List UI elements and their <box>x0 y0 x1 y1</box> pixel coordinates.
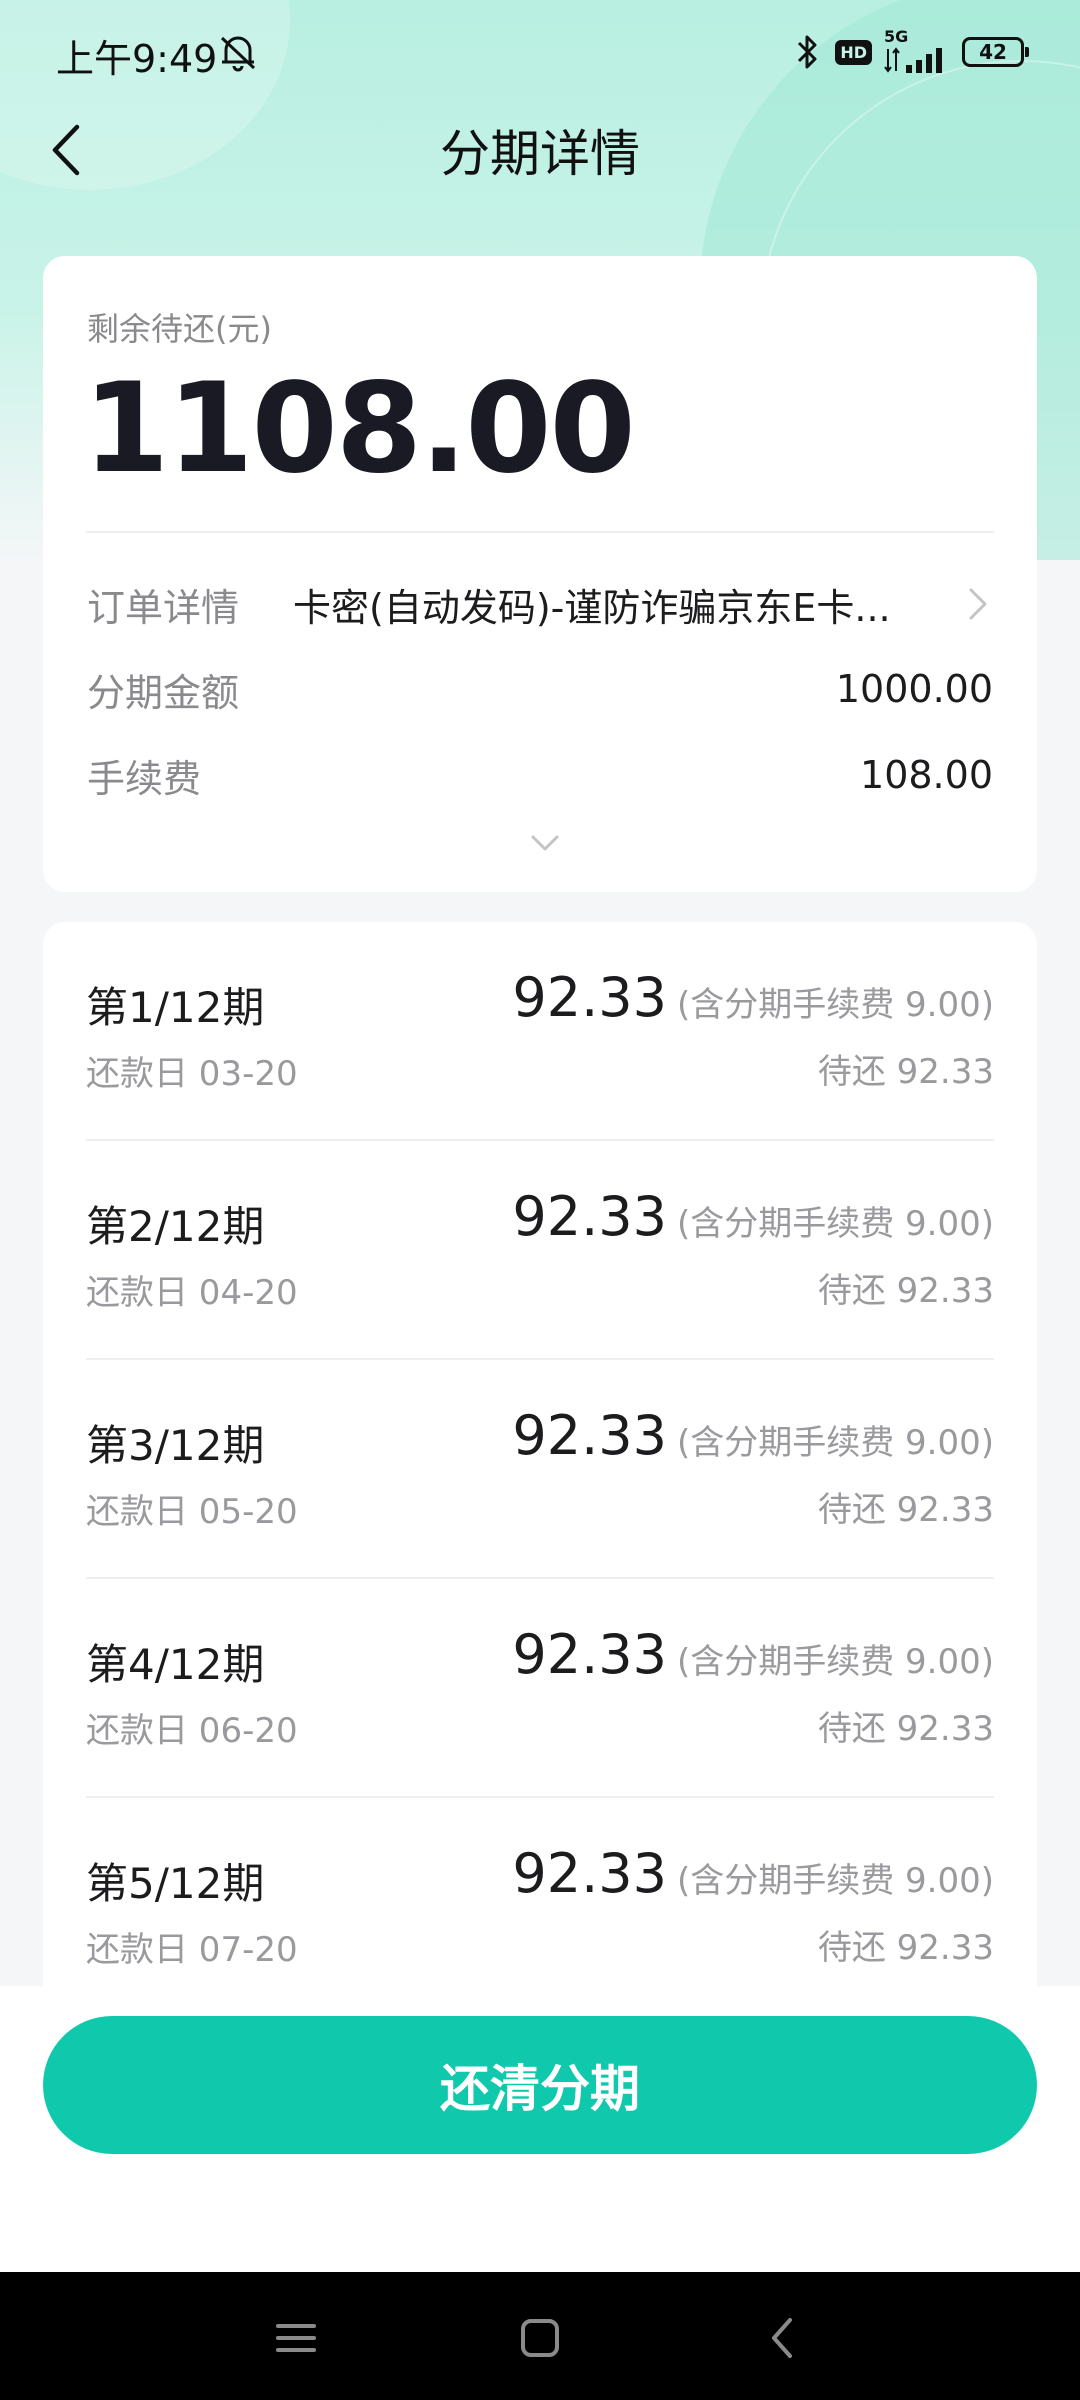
order-detail-row[interactable]: 订单详情 卡密(自动发码)-谨防诈骗京东E卡... <box>87 574 993 634</box>
pay-off-button[interactable]: 还清分期 <box>43 2016 1037 2154</box>
installment-amount-line: 92.33 (含分期手续费 9.00) <box>512 1404 994 1467</box>
page-title: 分期详情 <box>440 125 640 183</box>
fee-label: 手续费 <box>87 756 202 801</box>
chevron-down-icon[interactable] <box>525 828 565 858</box>
installment-period: 第4/12期 <box>86 1640 265 1689</box>
summary-card: 剩余待还(元) 1108.00 订单详情 卡密(自动发码)-谨防诈骗京东E卡..… <box>43 256 1037 892</box>
installment-amount-line: 92.33 (含分期手续费 9.00) <box>512 1623 994 1686</box>
installment-pending: 待还 92.33 <box>817 1271 994 1311</box>
back-icon[interactable] <box>756 2310 812 2366</box>
installment-row[interactable]: 第1/12期 还款日 03-20 92.33 (含分期手续费 9.00) 待还 9… <box>86 922 994 1141</box>
installment-pending: 待还 92.33 <box>817 1490 994 1530</box>
signal-bars-icon <box>884 47 942 73</box>
installment-list: 第1/12期 还款日 03-20 92.33 (含分期手续费 9.00) 待还 9… <box>43 922 1037 2002</box>
installment-pending: 待还 92.33 <box>817 1709 994 1749</box>
installment-period: 第1/12期 <box>86 983 265 1032</box>
installment-due-date: 还款日 05-20 <box>86 1492 298 1532</box>
installment-due-date: 还款日 07-20 <box>86 1930 298 1970</box>
battery-icon: 42 <box>962 37 1029 67</box>
installment-fee-note: (含分期手续费 9.00) <box>676 1642 994 1682</box>
installment-period: 第2/12期 <box>86 1202 265 1251</box>
installment-amount-line: 92.33 (含分期手续费 9.00) <box>512 1185 994 1248</box>
installment-amount: 92.33 <box>512 1623 667 1686</box>
status-time: 上午9:49 <box>56 37 218 81</box>
installment-amount-value: 1000.00 <box>835 667 993 711</box>
installment-amount-line: 92.33 (含分期手续费 9.00) <box>512 966 994 1029</box>
network-type: 5G <box>884 27 909 46</box>
divider <box>86 531 994 533</box>
home-icon[interactable] <box>512 2310 568 2366</box>
installment-amount: 92.33 <box>512 1842 667 1905</box>
installment-amount: 92.33 <box>512 1404 667 1467</box>
installment-period: 第5/12期 <box>86 1859 265 1908</box>
installment-due-date: 还款日 06-20 <box>86 1711 298 1751</box>
installment-amount-line: 92.33 (含分期手续费 9.00) <box>512 1842 994 1905</box>
installment-fee-note: (含分期手续费 9.00) <box>676 1423 994 1463</box>
installment-row[interactable]: 第2/12期 还款日 04-20 92.33 (含分期手续费 9.00) 待还 9… <box>86 1141 994 1360</box>
installment-pending: 待还 92.33 <box>817 1928 994 1968</box>
installment-row[interactable]: 第3/12期 还款日 05-20 92.33 (含分期手续费 9.00) 待还 9… <box>86 1360 994 1579</box>
installment-amount: 92.33 <box>512 1185 667 1248</box>
installment-fee-note: (含分期手续费 9.00) <box>676 1861 994 1901</box>
status-bar: 上午9:49 HD 5G 42 <box>0 0 1080 100</box>
system-nav-bar <box>0 2272 1080 2400</box>
status-icons: HD 5G 42 <box>793 24 1029 80</box>
remaining-label: 剩余待还(元) <box>87 310 272 348</box>
order-value: 卡密(自动发码)-谨防诈骗京东E卡... <box>293 585 891 630</box>
chevron-right-icon <box>969 588 987 620</box>
installment-pending: 待还 92.33 <box>817 1052 994 1092</box>
installment-row[interactable]: 第5/12期 还款日 07-20 92.33 (含分期手续费 9.00) 待还 9… <box>86 1798 994 2002</box>
cellular-signal: 5G <box>884 29 950 75</box>
menu-icon[interactable] <box>268 2310 324 2366</box>
footer-bar: 还清分期 <box>0 1986 1080 2272</box>
hd-badge: HD <box>835 39 872 65</box>
installment-fee-note: (含分期手续费 9.00) <box>676 1204 994 1244</box>
installment-fee-note: (含分期手续费 9.00) <box>676 985 994 1025</box>
installment-amount-row: 分期金额 1000.00 <box>87 659 993 719</box>
alarm-off-icon <box>220 36 256 72</box>
installment-due-date: 还款日 03-20 <box>86 1054 298 1094</box>
installment-due-date: 还款日 04-20 <box>86 1273 298 1313</box>
installment-amount: 92.33 <box>512 966 667 1029</box>
bluetooth-icon <box>798 35 817 69</box>
fee-value: 108.00 <box>860 753 993 797</box>
installment-row[interactable]: 第4/12期 还款日 06-20 92.33 (含分期手续费 9.00) 待还 9… <box>86 1579 994 1798</box>
remaining-amount: 1108.00 <box>83 357 636 501</box>
fee-row: 手续费 108.00 <box>87 745 993 805</box>
installment-period: 第3/12期 <box>86 1421 265 1470</box>
nav-bar: 分期详情 <box>0 100 1080 200</box>
battery-level: 42 <box>979 40 1007 64</box>
order-label: 订单详情 <box>87 585 240 630</box>
installment-amount-label: 分期金额 <box>87 670 240 715</box>
